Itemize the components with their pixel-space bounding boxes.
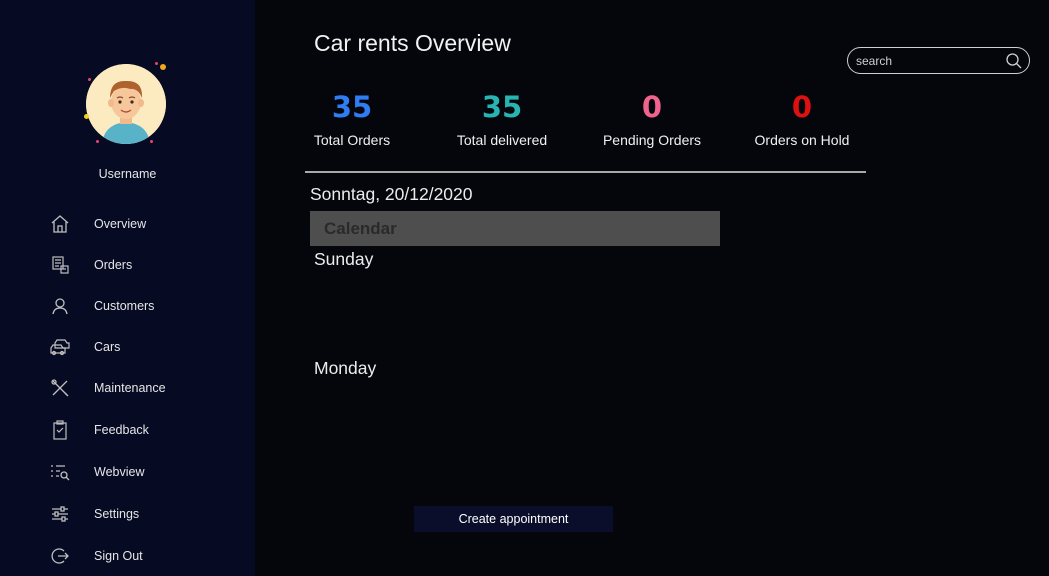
sign-out-icon	[49, 546, 71, 566]
orders-icon	[49, 255, 71, 275]
stat-total-delivered: 35 Total delivered	[427, 90, 577, 148]
calendar-header[interactable]: Calendar	[310, 211, 720, 246]
stat-label: Total Orders	[313, 132, 391, 148]
sidebar-item-overview[interactable]: Overview	[0, 207, 255, 241]
day-label-sunday: Sunday	[314, 249, 374, 269]
page-title: Car rents Overview	[314, 30, 511, 56]
sidebar-item-settings[interactable]: Settings	[0, 497, 255, 531]
stat-value: 35	[331, 90, 373, 124]
avatar	[86, 64, 166, 144]
decor-dot	[88, 78, 91, 81]
list-search-icon	[49, 462, 71, 482]
create-appointment-button[interactable]: Create appointment	[414, 506, 613, 532]
username: Username	[98, 167, 157, 181]
sidebar-item-label: Settings	[94, 507, 140, 521]
stat-pending-orders: 0 Pending Orders	[577, 90, 727, 148]
sidebar-item-label: Webview	[94, 465, 145, 479]
sidebar-item-webview[interactable]: Webview	[0, 455, 255, 489]
sidebar-item-maintenance[interactable]: Maintenance	[0, 371, 255, 405]
stat-value: 0	[641, 90, 663, 124]
search-input[interactable]	[856, 53, 996, 69]
calendar-title: Calendar	[324, 219, 397, 238]
sliders-icon	[49, 504, 71, 524]
sidebar-item-label: Sign Out	[94, 549, 143, 563]
decor-dot	[84, 114, 89, 119]
search-box[interactable]	[847, 47, 1030, 74]
divider	[305, 171, 866, 173]
decor-dot	[155, 62, 158, 65]
sidebar-item-label: Orders	[94, 258, 133, 272]
search-icon[interactable]	[1005, 52, 1023, 70]
sidebar-item-orders[interactable]: Orders	[0, 248, 255, 282]
sidebar-item-label: Cars	[94, 340, 121, 354]
user-icon	[49, 296, 71, 316]
clipboard-icon	[49, 420, 71, 440]
sidebar-item-customers[interactable]: Customers	[0, 289, 255, 323]
stat-label: Pending Orders	[602, 132, 702, 148]
decor-dot	[160, 64, 166, 70]
cars-icon	[49, 337, 71, 357]
sidebar: Username Overview Orders Customers Cars …	[0, 0, 255, 576]
decor-dot	[96, 140, 99, 143]
current-date: Sonntag, 20/12/2020	[310, 184, 473, 204]
tools-icon	[49, 378, 71, 398]
avatar-image	[86, 64, 166, 144]
home-icon	[49, 214, 71, 234]
stat-value: 0	[791, 90, 813, 124]
sidebar-item-label: Maintenance	[94, 381, 166, 395]
decor-dot	[150, 140, 153, 143]
stat-label: Total delivered	[456, 132, 548, 148]
stat-label: Orders on Hold	[754, 132, 850, 148]
stat-value: 35	[481, 90, 523, 124]
sidebar-item-sign-out[interactable]: Sign Out	[0, 539, 255, 573]
day-label-monday: Monday	[314, 358, 377, 378]
sidebar-item-feedback[interactable]: Feedback	[0, 413, 255, 447]
stat-total-orders: 35 Total Orders	[277, 90, 427, 148]
sidebar-item-label: Customers	[94, 299, 155, 313]
sidebar-item-label: Overview	[94, 217, 147, 231]
stat-orders-on-hold: 0 Orders on Hold	[727, 90, 877, 148]
sidebar-item-label: Feedback	[94, 423, 149, 437]
sidebar-item-cars[interactable]: Cars	[0, 330, 255, 364]
